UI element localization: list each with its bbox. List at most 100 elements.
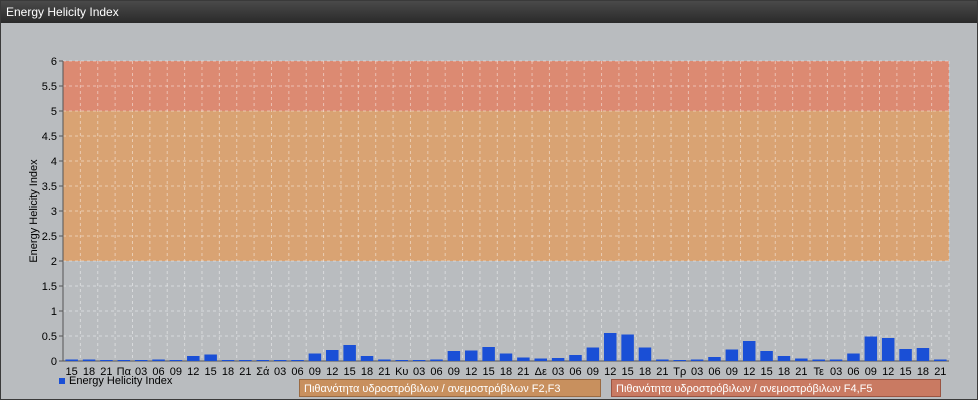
x-tick-label: 21 — [934, 366, 946, 378]
y-tick-label: 6 — [51, 56, 57, 68]
x-tick-label: 18 — [500, 366, 512, 378]
x-tick-label: 12 — [465, 366, 477, 378]
y-tick-label: 4.5 — [42, 131, 57, 143]
y-tick-label: 2 — [51, 256, 57, 268]
bar — [795, 358, 808, 361]
x-tick-label: 06 — [708, 366, 720, 378]
bar — [134, 360, 148, 361]
bar — [343, 345, 356, 361]
y-tick-label: 5 — [51, 106, 57, 118]
bar — [395, 360, 409, 361]
bar — [465, 350, 478, 361]
x-tick-label: 03 — [830, 366, 842, 378]
bar — [690, 359, 704, 361]
bar — [534, 358, 547, 361]
x-tick-label: Σά — [256, 366, 270, 378]
bar — [204, 354, 217, 361]
chart-panel: Energy Helicity Index 0 0.5 1 1.5 2 2.5 3 3.5 4 4… — [0, 0, 978, 400]
x-tick-label: 21 — [656, 366, 668, 378]
bar — [760, 351, 773, 361]
x-tick-label: Δε — [535, 366, 547, 378]
bar — [326, 350, 339, 361]
plot-area: 0 0.5 1 1.5 2 2.5 3 3.5 4 4.5 5 5.5 6 Energy Helicity… — [1, 23, 977, 399]
bar — [482, 347, 495, 361]
bar — [916, 348, 930, 361]
bar — [881, 338, 895, 361]
y-tick-label: 3 — [51, 206, 57, 218]
bar — [239, 360, 252, 361]
x-tick-label: 03 — [413, 366, 425, 378]
x-tick-label: 06 — [569, 366, 581, 378]
x-tick-label: Τρ — [673, 366, 686, 378]
bar — [273, 360, 287, 361]
x-tick-label: 18 — [917, 366, 929, 378]
bar — [586, 347, 600, 361]
x-tick-label: 09 — [448, 366, 460, 378]
x-tick-label: 12 — [604, 366, 616, 378]
band-label-f2-f3: Πιθανότητα υδροστρόβιλων / ανεμοστρόβιλω… — [299, 379, 601, 397]
bar — [603, 333, 617, 361]
bar — [517, 357, 530, 361]
bar — [656, 359, 669, 361]
bar — [308, 353, 322, 361]
x-tick-label: 15 — [205, 366, 217, 378]
legend-label: Energy Helicity Index — [69, 375, 173, 387]
x-tick-label: 12 — [743, 366, 755, 378]
x-tick-label: 12 — [187, 366, 199, 378]
x-tick-label: 18 — [361, 366, 373, 378]
x-tick-label: 15 — [483, 366, 495, 378]
bar — [117, 360, 131, 361]
bar — [360, 356, 374, 361]
bar — [934, 359, 947, 361]
x-tick-label: 21 — [795, 366, 807, 378]
bar — [82, 359, 96, 361]
y-axis-label: Energy Helicity Index — [28, 159, 40, 263]
legend[interactable]: Energy Helicity Index — [59, 375, 172, 387]
x-tick-label: 06 — [430, 366, 442, 378]
bar — [829, 359, 843, 361]
x-tick-label: 21 — [517, 366, 529, 378]
x-tick-label: Τε — [813, 366, 824, 378]
y-tick-label: 5.5 — [42, 81, 57, 93]
x-tick-label: 18 — [639, 366, 651, 378]
bar — [638, 347, 652, 361]
y-tick-label: 0.5 — [42, 331, 57, 343]
bar — [291, 360, 304, 361]
bar — [673, 360, 686, 361]
x-tick-label: 03 — [691, 366, 703, 378]
x-tick-label: 12 — [326, 366, 338, 378]
bar — [256, 360, 270, 361]
bar — [742, 341, 756, 361]
window-title: Energy Helicity Index — [1, 1, 977, 23]
x-tick-label: 12 — [882, 366, 894, 378]
x-tick-label: 09 — [587, 366, 599, 378]
y-tick-label: 1.5 — [42, 281, 57, 293]
x-tick-label: 18 — [222, 366, 234, 378]
bar — [551, 358, 565, 361]
bar — [152, 359, 165, 361]
bar — [499, 353, 513, 361]
x-tick-label: 06 — [291, 366, 303, 378]
band-label-f4-f5: Πιθανότητα υδροστρόβιλων / ανεμοστρόβιλω… — [611, 379, 941, 397]
legend-swatch-square-icon — [59, 378, 65, 384]
x-tick-label: 03 — [552, 366, 564, 378]
x-tick-label: 21 — [239, 366, 251, 378]
bar — [430, 359, 443, 361]
bar — [864, 336, 878, 361]
bar — [221, 360, 235, 361]
y-tick-label: 2.5 — [42, 231, 57, 243]
bar — [100, 360, 113, 361]
energy-helicity-chart: 0 0.5 1 1.5 2 2.5 3 3.5 4 4.5 5 5.5 6 Energy Helicity… — [28, 56, 950, 378]
x-tick-label: 06 — [847, 366, 859, 378]
x-tick-label: 09 — [309, 366, 321, 378]
y-tick-label: 4 — [51, 156, 57, 168]
bar — [169, 360, 183, 361]
x-tick-label: 18 — [778, 366, 790, 378]
bar — [847, 353, 860, 361]
bar — [777, 356, 791, 361]
x-tick-label: 03 — [274, 366, 286, 378]
x-tick-label: 09 — [865, 366, 877, 378]
bar — [187, 356, 200, 361]
bar — [447, 351, 461, 361]
x-tick-label: 21 — [378, 366, 390, 378]
